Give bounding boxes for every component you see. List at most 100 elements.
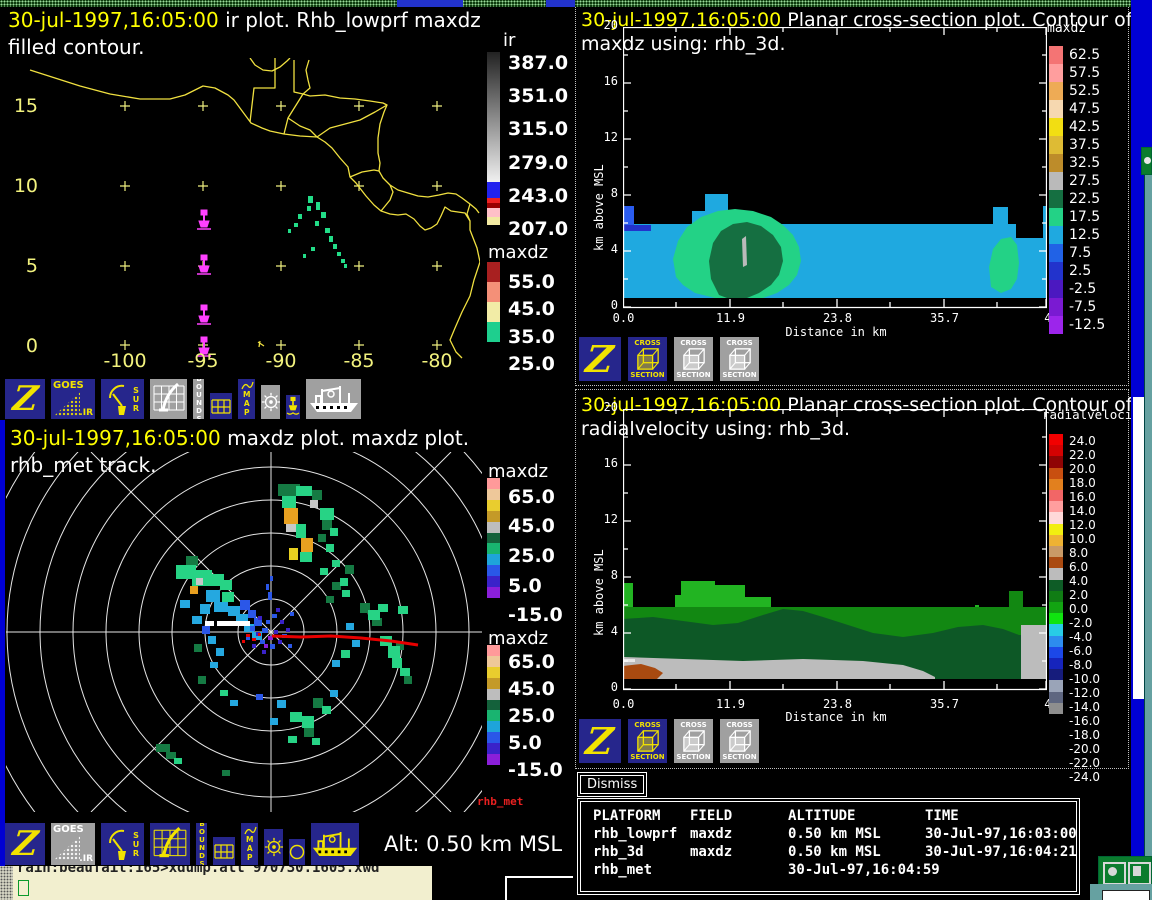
window-button-icon[interactable]	[1144, 157, 1151, 164]
ppi-colorbar1	[487, 478, 500, 598]
zebra-logo-button[interactable]: Z	[4, 378, 46, 420]
ppi-colorbar2	[487, 645, 500, 765]
bounds-button[interactable]: BOUNDS	[195, 822, 208, 866]
buoy-icon	[286, 396, 300, 418]
ir-colorbar-ticks: 387.0351.0315.0279.0243.0207.0	[508, 46, 568, 246]
radar-dish-icon	[106, 382, 130, 416]
surveillance-radar-button[interactable]: SUR	[100, 378, 145, 420]
background-window-strip-blue2	[546, 0, 575, 7]
panel-xsec-maxdz: 30-jul-1997,16:05:00 Planar cross-sectio…	[575, 4, 1129, 386]
zebra-logo-button[interactable]: Z	[4, 822, 46, 866]
cross-section-button[interactable]: CROSS SECTION	[673, 718, 714, 764]
circle-button[interactable]	[288, 838, 306, 866]
ship-button[interactable]	[305, 378, 362, 420]
terminal-scrollbar[interactable]	[0, 866, 13, 900]
background-scrollbar[interactable]	[1133, 397, 1144, 699]
small-grid-button[interactable]	[209, 392, 233, 420]
gear-icon	[264, 837, 284, 857]
root-window-strip-left	[0, 420, 5, 866]
map-y-axis-labels: 151050	[6, 96, 38, 416]
xsec2-contours	[623, 581, 1046, 679]
xsec1-plot[interactable]	[623, 27, 1047, 309]
table-header-row: PLATFORMFIELDALTITUDETIME	[593, 808, 1076, 826]
zebra-z-icon: Z	[585, 726, 615, 756]
gear-icon	[261, 392, 281, 412]
gear-button[interactable]	[263, 828, 284, 866]
corner-window-body	[1090, 884, 1152, 900]
xsec2-toolbar: Z CROSS SECTION CROSS SECTION CROSS SECT…	[578, 717, 760, 764]
panel-ir-map: 30-jul-1997,16:05:00 ir plot. Rhb_lowprf…	[0, 0, 570, 420]
ppi-plot[interactable]	[6, 452, 482, 812]
cross-section-button-active[interactable]: CROSS SECTION	[627, 336, 668, 382]
satellite-beam-icon	[54, 836, 80, 860]
ir-colorbar-gradient	[487, 52, 500, 182]
buoy-symbols	[197, 210, 211, 356]
ir-panel-title-line2: filled contour.	[8, 35, 144, 59]
bounds-button[interactable]: BOUNDS	[192, 378, 205, 420]
ship-icon	[308, 382, 360, 416]
xsec2-colorbar	[1049, 434, 1063, 714]
xsec2-colorbar-ticks: 24.022.020.018.016.014.012.010.08.06.04.…	[1069, 434, 1100, 714]
timestamp: 30-jul-1997,16:05:00	[8, 8, 219, 32]
xsec1-y-axis-title: km above MSL	[592, 101, 606, 251]
dismiss-button[interactable]: Dismiss	[580, 775, 644, 794]
window-menu-button[interactable]	[1103, 862, 1126, 885]
zebra-display-root: 30-jul-1997,16:05:00 ir plot. Rhb_lowprf…	[0, 0, 1152, 900]
zebra-z-icon: Z	[585, 344, 615, 374]
goes-ir-button[interactable]: GOES.IR	[50, 378, 96, 420]
ir-map-plot[interactable]	[18, 58, 480, 360]
track-legend-label: rhb_met	[477, 795, 523, 808]
map-squiggle-icon	[243, 826, 257, 835]
gear-button[interactable]	[260, 384, 281, 420]
map-button[interactable]: MAP	[237, 378, 256, 420]
cube-icon	[633, 729, 663, 753]
grid-radar-icon	[152, 381, 186, 417]
radar-echoes	[156, 484, 412, 776]
window-corner-fragment	[505, 876, 573, 900]
background-window-frame-right	[1144, 175, 1152, 870]
map-squiggle-icon	[240, 381, 254, 390]
xsec1-colorbar	[1049, 46, 1063, 334]
grid-radar-button[interactable]	[149, 822, 191, 866]
table-row: rhb_lowprfmaxdz0.50 km MSL30-Jul-97,16:0…	[593, 826, 1076, 844]
grid-radar-button[interactable]	[149, 378, 188, 420]
xsec2-plot[interactable]	[623, 409, 1047, 695]
grid-radar-icon	[152, 825, 188, 863]
xsec2-x-labels: 0.011.923.835.747	[570, 697, 1105, 711]
cube-icon	[679, 729, 709, 753]
zebra-logo-button[interactable]: Z	[578, 718, 622, 764]
toolbar-bottom: Z GOES.IR SUR BOUNDS MAP	[4, 820, 360, 866]
xsec1-colorbar-label: maxdz	[1047, 21, 1086, 36]
maxdz-colorbar-ticks: 55.045.035.025.0	[508, 268, 555, 378]
toolbar-top: Z GOES.IR SUR BOUNDS MAP	[4, 376, 362, 420]
buoy-button[interactable]	[285, 394, 301, 420]
ship-icon	[311, 827, 359, 861]
table-body: rhb_lowprfmaxdz0.50 km MSL30-Jul-97,16:0…	[593, 826, 1076, 880]
grid-icon	[214, 844, 234, 859]
terminal-window[interactable]: rain:beaufait:165>xdump.all 970730.1605.…	[13, 866, 432, 900]
rhb-met-track	[205, 621, 418, 645]
zebra-z-icon: Z	[11, 829, 39, 859]
satellite-beam-icon	[54, 392, 80, 416]
zebra-z-icon: Z	[11, 384, 39, 414]
cross-section-button[interactable]: CROSS SECTION	[673, 336, 714, 382]
circle-icon	[289, 844, 305, 860]
cross-section-button[interactable]: CROSS SECTION	[719, 718, 760, 764]
cross-section-button-active[interactable]: CROSS SECTION	[627, 718, 668, 764]
timestamp: 30-jul-1997,16:05:00	[10, 426, 221, 450]
cross-section-button[interactable]: CROSS SECTION	[719, 336, 760, 382]
corner-window-titlebar	[1098, 856, 1152, 886]
dismiss-button-frame: Dismiss	[577, 772, 647, 797]
ship-button[interactable]	[310, 822, 360, 866]
zebra-logo-button[interactable]: Z	[578, 336, 622, 382]
goes-ir-button[interactable]: GOES.IR	[50, 822, 96, 866]
maxdz-colorbar-label: maxdz	[488, 242, 548, 263]
background-window-titlebar-fragment	[1141, 147, 1152, 175]
terminal-cursor	[18, 880, 29, 896]
ppi-colorbar2-ticks: 65.045.025.05.0-15.0	[508, 649, 563, 783]
small-grid-button[interactable]	[212, 836, 236, 866]
maxdz-colorbar	[487, 262, 500, 342]
window-doc-button[interactable]	[1128, 862, 1151, 885]
map-button[interactable]: MAP	[240, 822, 259, 866]
surveillance-radar-button[interactable]: SUR	[100, 822, 145, 866]
